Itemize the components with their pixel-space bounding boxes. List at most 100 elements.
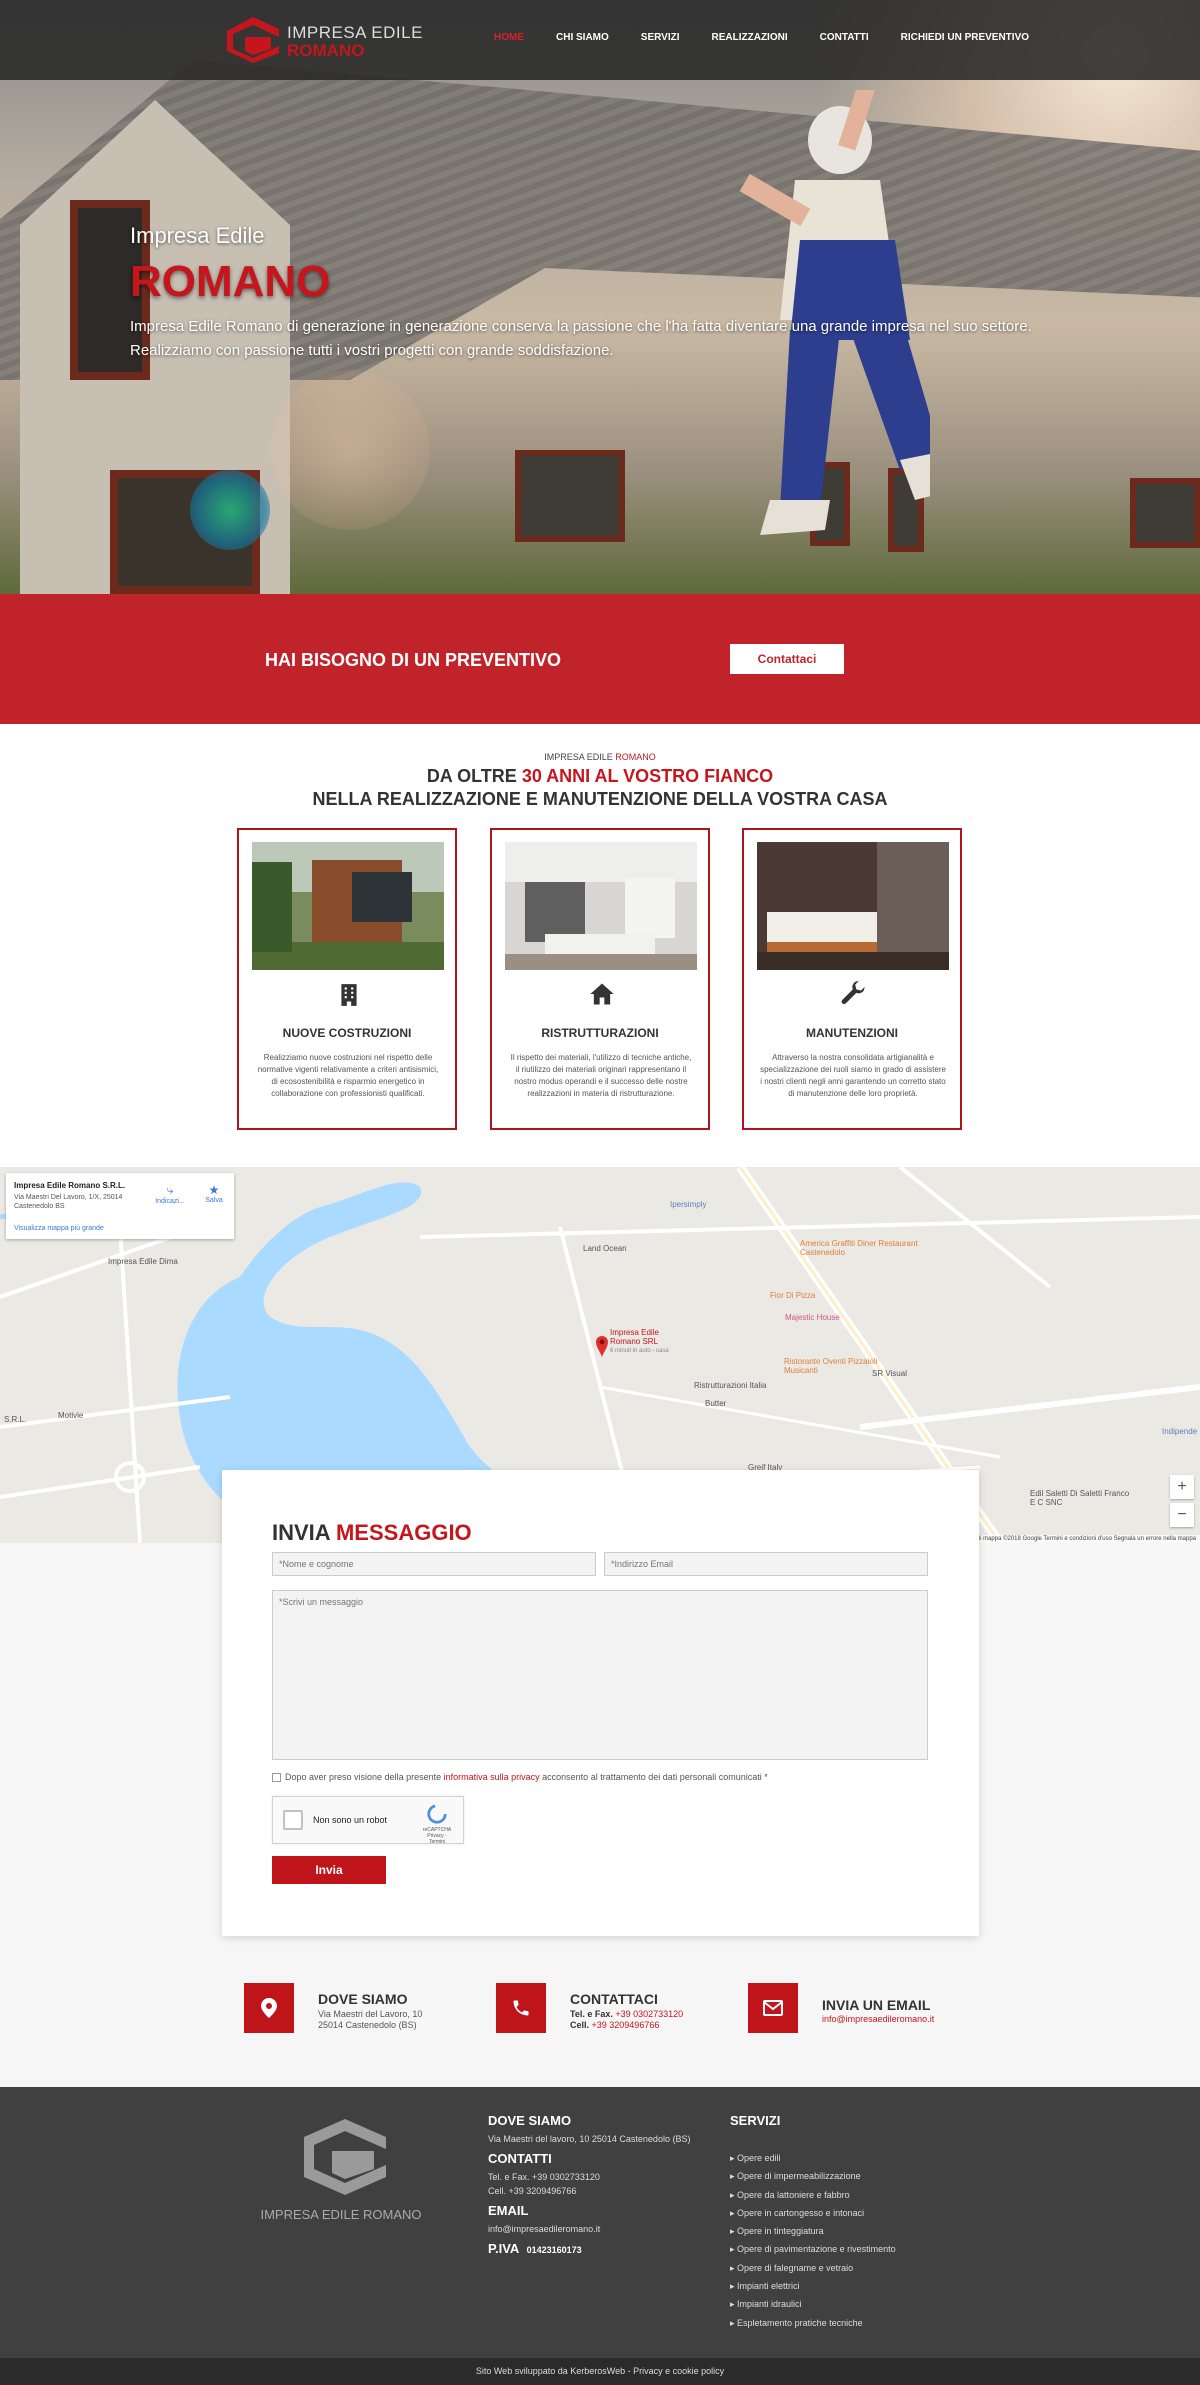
caret-right-icon: ▸ xyxy=(730,2281,738,2292)
footer-service-item[interactable]: ▸ Impianti idraulici xyxy=(730,2299,950,2317)
footer-service-item[interactable]: ▸ Opere di falegname e vetraio xyxy=(730,2263,950,2281)
top-navbar: IMPRESA EDILE ROMANO HOME CHI SIAMO SERV… xyxy=(0,0,1200,80)
map-attribution[interactable]: Dati mappa ©2018 Google Termini e condiz… xyxy=(966,1535,1200,1543)
card-description: Attraverso la nostra consolidata artigia… xyxy=(760,1053,946,1098)
nav-servizi[interactable]: SERVIZI xyxy=(641,32,680,43)
footer-service-item[interactable]: ▸ Opere di impermeabilizzazione xyxy=(730,2171,950,2189)
mobile-link[interactable]: +39 3209496766 xyxy=(589,2020,660,2030)
map-directions-label: Indicazi... xyxy=(155,1198,185,1205)
footer-service-label: Opere in cartongesso e intonaci xyxy=(737,2207,865,2218)
nav-chi-siamo[interactable]: CHI SIAMO xyxy=(556,32,609,43)
map-poi-label: Ipersimply xyxy=(670,1200,707,1209)
phone-link[interactable]: +39 0302733120 xyxy=(613,2009,683,2019)
map-larger-link[interactable]: Visualizza mappa più grande xyxy=(14,1225,104,1232)
footer-service-item[interactable]: ▸ Espletamento pratiche tecniche xyxy=(730,2318,950,2336)
hero-window-image xyxy=(515,450,625,542)
map-poi-label: America Graffiti Diner Restaurant Casten… xyxy=(800,1239,918,1257)
footer-service-label: Opere edili xyxy=(737,2153,781,2163)
recaptcha-icon xyxy=(427,1804,447,1824)
contact-title: CONTATTACI xyxy=(570,1991,658,2007)
footer-mobile[interactable]: Cell. +39 3209496766 xyxy=(488,2186,576,2196)
footer-address: Via Maestri del lavoro, 10 25014 Castene… xyxy=(488,2134,691,2144)
map-pin-label[interactable]: Impresa Edile Romano SRL xyxy=(610,1328,670,1346)
privacy-consent: Dopo aver preso visione della presente i… xyxy=(272,1772,768,1783)
footer-service-label: Impianti elettrici xyxy=(737,2281,800,2292)
nav-realizzazioni[interactable]: REALIZZAZIONI xyxy=(712,32,788,43)
nav-contatti[interactable]: CONTATTI xyxy=(820,32,869,43)
hero-window-image xyxy=(1130,478,1200,548)
phone-icon xyxy=(496,1983,546,2033)
footer-vat: P.IVA 01423160173 xyxy=(488,2241,582,2256)
message-input[interactable] xyxy=(272,1590,928,1760)
form-title: INVIA MESSAGGIO xyxy=(272,1520,472,1546)
privacy-link[interactable]: informativa sulla privacy xyxy=(444,1772,540,1782)
footer-phone[interactable]: Tel. e Fax. +39 0302733120 xyxy=(488,2172,600,2182)
map-directions-button[interactable]: ⤷ Indicazi... xyxy=(152,1183,188,1205)
recaptcha-label: Non sono un robot xyxy=(313,1815,388,1825)
caret-right-icon: ▸ xyxy=(730,2299,738,2310)
home-icon xyxy=(590,983,614,1005)
cta-banner: HAI BISOGNO DI UN PREVENTIVO Contattaci xyxy=(0,594,1200,724)
recaptcha-logo: reCAPTCHA Privacy - Termini xyxy=(419,1803,455,1845)
name-input[interactable] xyxy=(272,1552,596,1576)
map-poi-label: Ristorante Oventi Pizzaioli Musicanti xyxy=(784,1357,878,1375)
caret-right-icon: ▸ xyxy=(730,2317,738,2328)
footer-logo-text: IMPRESA EDILE ROMANO xyxy=(260,2207,422,2222)
footer-credits[interactable]: Sito Web sviluppato da KerberosWeb - Pri… xyxy=(0,2358,1200,2385)
cta-text: HAI BISOGNO DI UN PREVENTIVO xyxy=(265,650,562,670)
card-image xyxy=(757,842,949,970)
map-poi-label: Indipende xyxy=(1162,1427,1198,1436)
intro-title: DA OLTRE 30 ANNI AL VOSTRO FIANCO xyxy=(0,766,1200,787)
footer-service-item[interactable]: ▸ Opere edili xyxy=(730,2153,950,2171)
service-card-ristrutturazioni[interactable]: RISTRUTTURAZIONI Il rispetto dei materia… xyxy=(490,828,710,1130)
contact-form: INVIA MESSAGGIO Dopo aver preso visione … xyxy=(222,1470,979,1936)
map-poi-label: Land Ocean xyxy=(583,1244,627,1253)
contact-button[interactable]: Contattaci xyxy=(730,644,844,674)
hero-title: ROMANO xyxy=(130,257,331,306)
footer-service-item[interactable]: ▸ Opere in cartongesso e intonaci xyxy=(730,2208,950,2226)
caret-right-icon: ▸ xyxy=(730,2189,738,2200)
main-nav: HOME CHI SIAMO SERVIZI REALIZZAZIONI CON… xyxy=(494,32,1061,43)
map-poi-label: Ristrutturazioni Italia xyxy=(694,1381,767,1390)
recaptcha-checkbox[interactable] xyxy=(283,1810,303,1830)
intro-kicker: IMPRESA EDILE ROMANO xyxy=(0,752,1200,762)
map-marker-icon xyxy=(244,1983,294,2033)
footer-service-item[interactable]: ▸ Impianti elettrici xyxy=(730,2281,950,2299)
service-card-manutenzioni[interactable]: MANUTENZIONI Attraverso la nostra consol… xyxy=(742,828,962,1130)
hero-subtitle: Impresa Edile xyxy=(130,223,265,248)
lens-flare xyxy=(190,470,270,550)
map-save-button[interactable]: ★ Salva xyxy=(196,1183,232,1204)
privacy-checkbox[interactable] xyxy=(272,1773,281,1783)
map-poi-label: Fior Di Pizza xyxy=(770,1291,816,1300)
footer-email[interactable]: info@impresaedileromano.it xyxy=(488,2224,600,2234)
map-poi-label: Majestic House xyxy=(785,1313,840,1322)
caret-right-icon: ▸ xyxy=(730,2244,738,2255)
hero-description: Realizziamo con passione tutti i vostri … xyxy=(130,342,614,359)
footer-service-item[interactable]: ▸ Opere di pavimentazione e rivestimento xyxy=(730,2244,950,2262)
footer-logo[interactable]: IMPRESA EDILE ROMANO xyxy=(256,2117,426,2227)
map-poi-label: SR Visual xyxy=(872,1369,907,1378)
email-input[interactable] xyxy=(604,1552,928,1576)
footer-heading: DOVE SIAMO xyxy=(488,2113,572,2128)
footer-service-item[interactable]: ▸ Opere in tinteggiatura xyxy=(730,2226,950,2244)
card-image xyxy=(252,842,444,970)
contact-phone: CONTATTACI Tel. e Fax. +39 0302733120 Ce… xyxy=(496,1983,696,2035)
zoom-in-button[interactable]: + xyxy=(1170,1475,1194,1499)
zoom-out-button[interactable]: − xyxy=(1170,1503,1194,1527)
caret-right-icon: ▸ xyxy=(730,2153,738,2163)
hero-description: Impresa Edile Romano di generazione in g… xyxy=(130,318,1032,335)
footer-service-label: Espletamento pratiche tecniche xyxy=(737,2317,863,2328)
site-logo[interactable]: IMPRESA EDILE ROMANO xyxy=(225,15,422,65)
email-link[interactable]: info@impresaedileromano.it xyxy=(822,2014,934,2024)
footer-service-item[interactable]: ▸ Opere da lattoniere e fabbro xyxy=(730,2190,950,2208)
send-button[interactable]: Invia xyxy=(272,1856,386,1884)
contact-title: DOVE SIAMO xyxy=(318,1991,408,2007)
nav-home[interactable]: HOME xyxy=(494,32,524,43)
card-description: Realizziamo nuove costruzioni nel rispet… xyxy=(257,1053,439,1098)
nav-preventivo[interactable]: RICHIEDI UN PREVENTIVO xyxy=(901,32,1029,43)
logo-text: ROMANO xyxy=(287,41,365,60)
recaptcha-terms[interactable]: Privacy - Termini xyxy=(419,1833,455,1845)
service-card-nuove-costruzioni[interactable]: NUOVE COSTRUZIONI Realizziamo nuove cost… xyxy=(237,828,457,1130)
caret-right-icon: ▸ xyxy=(730,2262,738,2273)
contact-title: INVIA UN EMAIL xyxy=(822,1997,931,2013)
